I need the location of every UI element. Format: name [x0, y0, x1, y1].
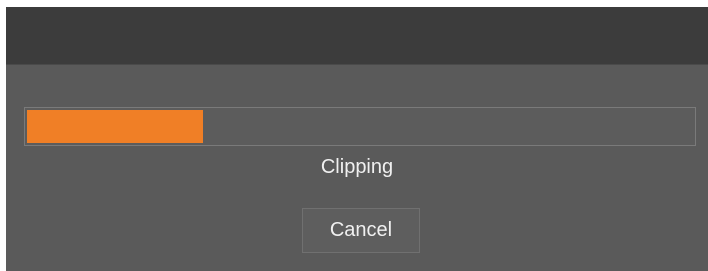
- progress-bar: [24, 107, 696, 146]
- dialog-titlebar[interactable]: [6, 7, 708, 65]
- status-label: Clipping: [320, 156, 394, 178]
- progress-bar-fill: [27, 110, 204, 143]
- progress-dialog: Clipping Cancel: [6, 7, 708, 271]
- cancel-button[interactable]: Cancel: [302, 208, 420, 253]
